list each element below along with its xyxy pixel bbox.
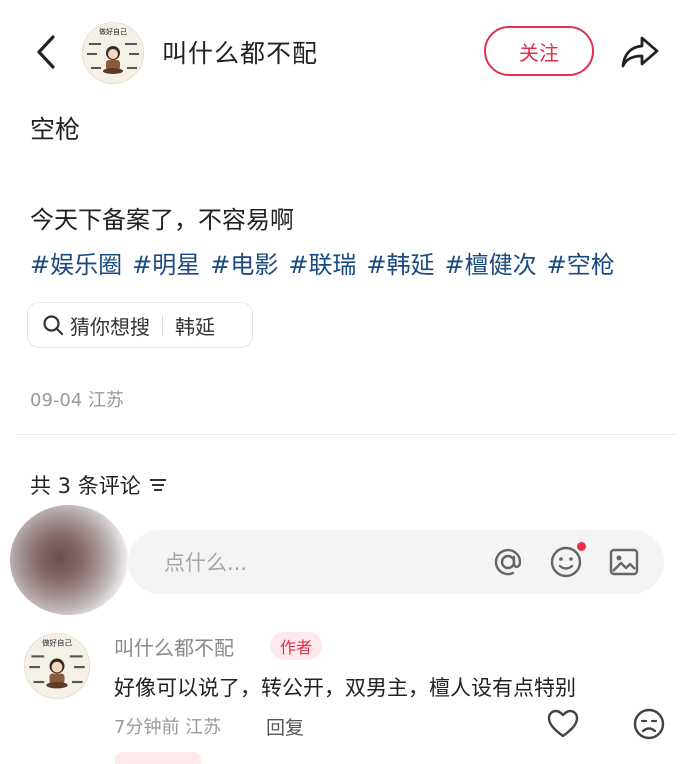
sort-icon [149,479,166,491]
comment-text[interactable]: 好像可以说了，转公开，双男主，檀人设有点特别 [114,672,576,702]
hashtag[interactable]: #联瑞 [288,251,356,279]
guess-label: 猜你想搜 [70,314,150,339]
author-avatar[interactable]: 做好自己 [82,22,144,84]
author-name[interactable]: 叫什么都不配 [162,34,318,70]
guess-search-chip[interactable]: 猜你想搜 韩延 [27,302,253,348]
comment-time-location: 7分钟前 江苏 [114,717,222,738]
like-button[interactable] [546,707,582,743]
heart-icon [547,709,579,738]
comment-input-placeholder: 点什么... [164,551,248,575]
reply-button[interactable]: 回复 [266,713,304,740]
hashtag[interactable]: #娱乐圈 [30,251,122,279]
hashtag[interactable]: #檀健次 [445,251,537,279]
avatar-cartoon-icon: 做好自己 [83,23,143,83]
post-title: 空枪 [30,115,81,144]
comment-count[interactable]: 共 3 条评论 [30,470,167,500]
comment-input[interactable]: 点什么... [128,530,664,594]
notification-dot [577,542,586,551]
comment-count-label: 共 3 条评论 [30,474,141,498]
hashtag-list: #娱乐圈 #明星 #电影 #联瑞 #韩延 #檀健次 #空枪 [30,245,625,280]
commenter-name[interactable]: 叫什么都不配 [114,632,234,661]
svg-text:做好自己: 做好自己 [99,27,127,36]
image-button[interactable] [606,544,642,580]
next-comment-badge [115,752,201,764]
dislike-button[interactable] [632,707,668,743]
hashtag[interactable]: #韩延 [366,251,434,279]
svg-text:做好自己: 做好自己 [42,638,72,648]
post-body: 今天下备案了，不容易啊 [30,206,294,234]
image-icon [609,548,639,576]
share-button[interactable] [618,30,662,74]
blurred-overlay [10,505,128,615]
frown-face-icon [633,708,665,740]
section-divider [16,434,676,435]
chevron-left-icon [37,35,55,69]
guess-term: 韩延 [175,314,215,339]
hashtag[interactable]: #明星 [132,251,200,279]
hashtag[interactable]: #空枪 [547,251,615,279]
back-button[interactable] [28,30,64,74]
avatar-cartoon-icon: 做好自己 [25,634,89,698]
emoji-button[interactable] [548,542,586,580]
follow-button[interactable]: 关注 [484,26,594,76]
commenter-avatar[interactable]: 做好自己 [24,633,90,699]
post-date-location: 09-04 江苏 [30,390,125,411]
hashtag[interactable]: #电影 [210,251,278,279]
mention-button[interactable] [490,544,526,580]
author-badge: 作者 [270,632,323,660]
share-icon [621,36,659,68]
at-icon [494,548,522,576]
divider [162,315,163,335]
search-icon [43,315,64,336]
